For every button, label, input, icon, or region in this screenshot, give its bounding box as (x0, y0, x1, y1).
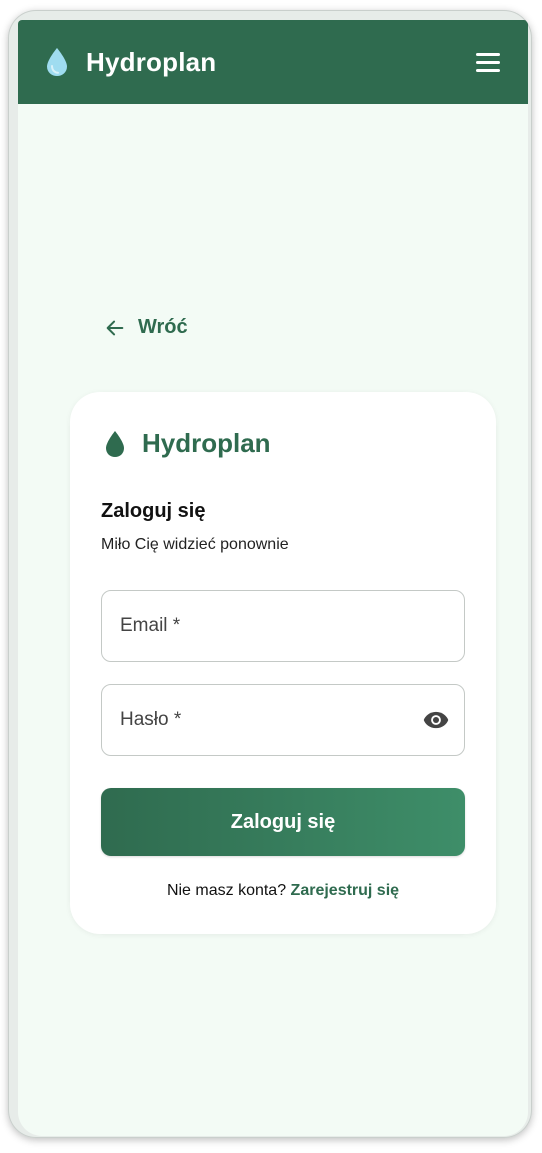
password-field[interactable]: Hasło * (101, 684, 465, 756)
card-brand-name: Hydroplan (142, 428, 271, 458)
eye-icon[interactable] (422, 706, 450, 734)
login-heading: Zaloguj się (101, 500, 206, 522)
login-subheading: Miło Cię widzieć ponownie (101, 536, 289, 553)
email-field[interactable]: Email * (101, 590, 465, 662)
signup-prompt-text: Nie masz konta? (166, 882, 291, 899)
device-frame: Hydroplan Wróć Hydroplan Zaloguj się Mił… (8, 10, 532, 1138)
login-button[interactable]: Zaloguj się (101, 788, 465, 856)
app-title: Hydroplan (86, 46, 217, 77)
login-card: Hydroplan Zaloguj się Miło Cię widzieć p… (70, 392, 496, 934)
card-brand: Hydroplan (104, 428, 271, 459)
signup-prompt: Nie masz konta? Zarejestruj się (70, 882, 496, 900)
water-drop-icon (44, 47, 70, 77)
arrow-left-icon (106, 320, 124, 335)
back-link[interactable]: Wróć (104, 316, 188, 339)
water-drop-icon (106, 430, 124, 457)
signup-link[interactable]: Zarejestruj się (291, 882, 400, 899)
password-label: Hasło * (120, 709, 182, 730)
hamburger-menu-icon[interactable] (476, 48, 504, 76)
back-label: Wróć (138, 316, 188, 338)
app-bar: Hydroplan (18, 20, 528, 104)
email-label: Email * (120, 615, 181, 636)
app-screen: Hydroplan Wróć Hydroplan Zaloguj się Mił… (18, 20, 528, 1136)
